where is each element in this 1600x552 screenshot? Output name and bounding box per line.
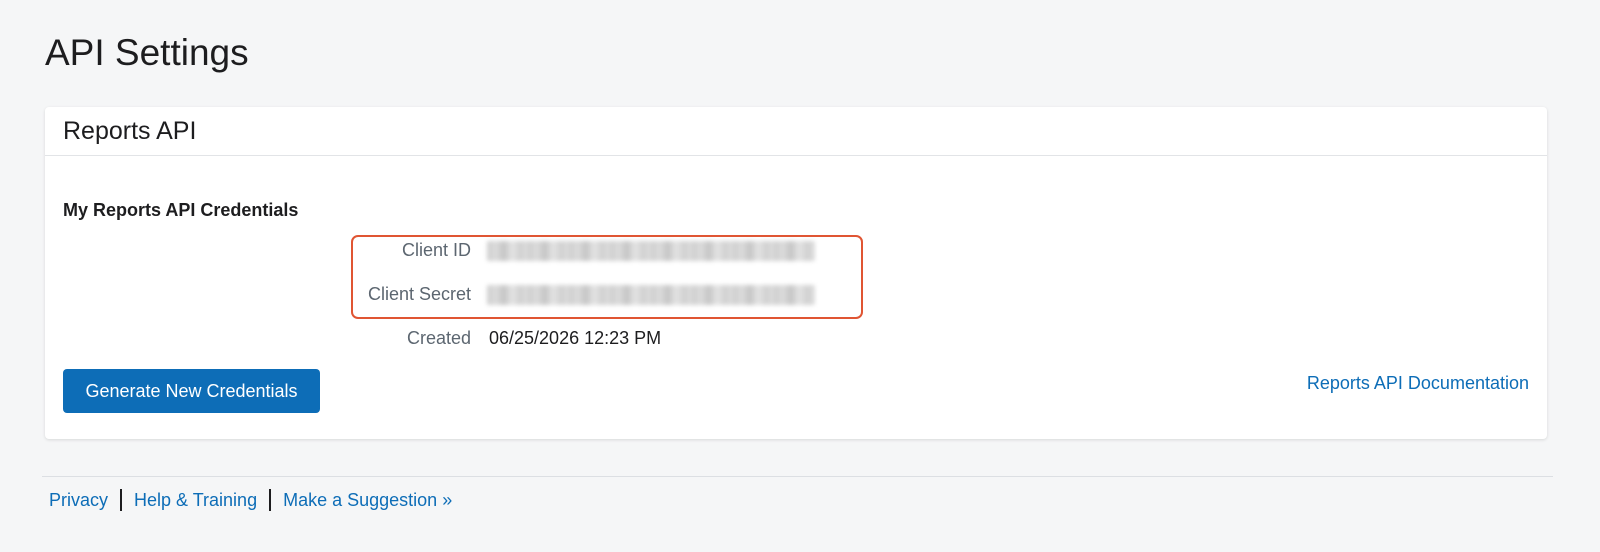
client-id-label: Client ID [401, 240, 471, 260]
footer-separator [269, 489, 272, 511]
footer-link-make-suggestion[interactable]: Make a Suggestion » [283, 489, 452, 511]
client-secret-value-redacted [487, 285, 815, 305]
client-secret-label: Client Secret [367, 284, 471, 304]
footer-link-privacy[interactable]: Privacy [49, 489, 108, 511]
footer-divider [42, 476, 1553, 477]
client-id-value-redacted [487, 241, 815, 261]
reports-api-documentation-link[interactable]: Reports API Documentation [1307, 372, 1529, 394]
card-header: Reports API [45, 107, 1547, 156]
credentials-section-title: My Reports API Credentials [63, 200, 299, 220]
page-title: API Settings [45, 32, 249, 73]
created-label: Created [406, 328, 471, 348]
generate-new-credentials-button[interactable]: Generate New Credentials [63, 369, 320, 413]
footer-separator [120, 489, 123, 511]
card-title: Reports API [63, 117, 197, 145]
footer-link-help-training[interactable]: Help & Training [134, 489, 257, 511]
created-value: 06/25/2026 12:23 PM [489, 328, 662, 348]
reports-api-card: Reports API My Reports API Credentials C… [45, 107, 1547, 439]
footer: Privacy Help & Training Make a Suggestio… [49, 489, 452, 511]
